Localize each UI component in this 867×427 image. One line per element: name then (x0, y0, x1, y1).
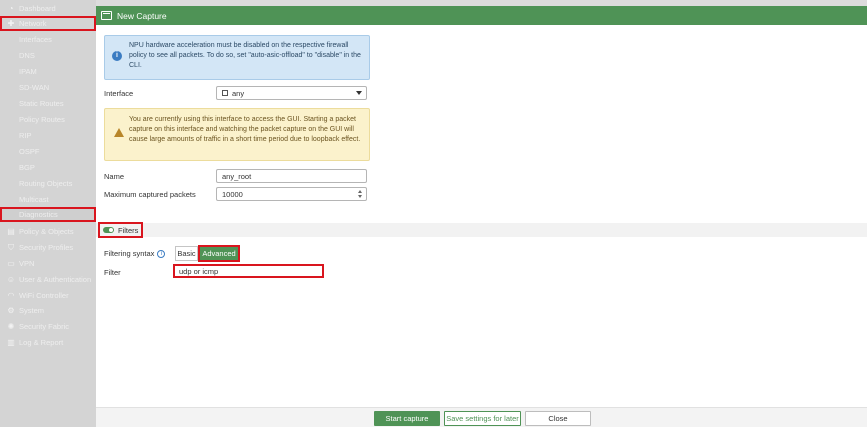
sidebar-item-label: WiFi Controller (19, 291, 69, 300)
new-capture-dialog: New Capture i NPU hardware acceleration … (96, 6, 867, 427)
name-input[interactable]: any_root (216, 169, 367, 183)
dialog-title: New Capture (117, 10, 167, 21)
sidebar-item-sd-wan[interactable]: SD-WAN (0, 80, 96, 95)
policy-icon: ▤ (7, 227, 15, 236)
max-packets-value: 10000 (222, 189, 243, 199)
fabric-icon: ✺ (7, 322, 15, 331)
sidebar-item-label: OSPF (19, 147, 40, 156)
close-button[interactable]: Close (525, 411, 591, 426)
sidebar-item-ipam[interactable]: IPAM (0, 64, 96, 79)
sidebar-item-log-report[interactable]: ▥ Log & Report (0, 335, 96, 350)
help-icon[interactable]: i (157, 249, 166, 258)
interface-value: any (232, 88, 245, 98)
vpn-icon: ▭ (7, 259, 15, 268)
info-text: NPU hardware acceleration must be disabl… (129, 42, 361, 69)
sidebar-item-multicast[interactable]: Multicast (0, 192, 96, 207)
capture-icon (101, 11, 112, 20)
dialog-header: New Capture (96, 6, 867, 25)
filters-label: Filters (118, 225, 139, 235)
sidebar-item-system[interactable]: ⚙ System (0, 303, 96, 318)
interface-label: Interface (104, 89, 134, 98)
sidebar-item-rip[interactable]: RIP (0, 128, 96, 143)
interface-select[interactable]: any (216, 86, 367, 100)
sidebar-item-network[interactable]: ✚ Network (0, 16, 96, 31)
sidebar-item-label: DNS (19, 51, 35, 60)
sidebar-item-wifi-controller[interactable]: ◠ WiFi Controller (0, 288, 96, 303)
filter-input[interactable]: udp or icmp (173, 264, 324, 278)
sidebar-item-label: Policy Routes (19, 115, 65, 124)
sidebar-item-label: Network (19, 19, 47, 28)
spinner-icon[interactable] (358, 190, 363, 198)
gear-icon: ⚙ (7, 306, 15, 315)
sidebar-item-label: Static Routes (19, 99, 64, 108)
max-packets-input[interactable]: 10000 (216, 187, 367, 201)
sidebar-item-label: Dashboard (19, 4, 56, 13)
network-icon: ✚ (7, 19, 15, 28)
sidebar: ◔ Dashboard ✚ Network Interfaces DNS IPA… (0, 0, 96, 427)
syntax-basic-button[interactable]: Basic (175, 246, 198, 261)
chart-icon: ▥ (7, 338, 15, 347)
sidebar-item-vpn[interactable]: ▭ VPN (0, 256, 96, 271)
sidebar-item-label: Routing Objects (19, 179, 73, 188)
filter-label: Filter (104, 268, 121, 277)
sidebar-item-label: IPAM (19, 67, 37, 76)
sidebar-item-label: RIP (19, 131, 32, 140)
sidebar-item-user-authentication[interactable]: ☺ User & Authentication (0, 272, 96, 287)
filtering-syntax-label: Filtering syntax i (104, 249, 166, 258)
warning-text: You are currently using this interface t… (129, 116, 361, 143)
filtering-syntax-text: Filtering syntax (104, 249, 155, 258)
sidebar-item-ospf[interactable]: OSPF (0, 144, 96, 159)
start-capture-button[interactable]: Start capture (374, 411, 440, 426)
shield-icon: ⛉ (8, 242, 14, 252)
sidebar-item-label: Interfaces (19, 35, 52, 44)
toggle-on-icon (103, 227, 114, 233)
info-icon: i (112, 51, 122, 61)
sidebar-item-label: System (19, 306, 45, 315)
warning-message: You are currently using this interface t… (104, 108, 370, 161)
sidebar-item-label: Diagnostics (19, 210, 58, 219)
caret-down-icon (356, 91, 362, 95)
sidebar-item-security-profiles[interactable]: ⛉ Security Profiles (0, 240, 96, 255)
syntax-advanced-button[interactable]: Advanced (198, 245, 240, 262)
dashboard-icon: ◔ (8, 4, 14, 13)
warning-icon (114, 128, 124, 137)
sidebar-item-label: BGP (19, 163, 35, 172)
sidebar-item-dns[interactable]: DNS (0, 48, 96, 63)
sidebar-item-static-routes[interactable]: Static Routes (0, 96, 96, 111)
sidebar-item-bgp[interactable]: BGP (0, 160, 96, 175)
filter-value: udp or icmp (179, 266, 219, 276)
sidebar-item-label: Multicast (19, 195, 49, 204)
info-message: i NPU hardware acceleration must be disa… (104, 35, 370, 80)
sidebar-item-label: Log & Report (19, 338, 64, 347)
name-label: Name (104, 172, 125, 181)
sidebar-item-security-fabric[interactable]: ✺ Security Fabric (0, 319, 96, 334)
sidebar-item-policy-objects[interactable]: ▤ Policy & Objects (0, 224, 96, 239)
sidebar-item-label: User & Authentication (19, 275, 92, 284)
checkbox-icon (222, 90, 228, 96)
sidebar-item-label: Policy & Objects (19, 227, 74, 236)
sidebar-item-label: Security Profiles (19, 243, 74, 252)
filters-section-bar (96, 223, 867, 237)
sidebar-item-label: Security Fabric (19, 322, 70, 331)
sidebar-item-dashboard[interactable]: ◔ Dashboard (0, 1, 96, 16)
sidebar-item-label: SD-WAN (19, 83, 50, 92)
sidebar-item-label: VPN (19, 259, 35, 268)
user-icon: ☺ (6, 275, 16, 284)
name-value: any_root (222, 171, 252, 181)
max-packets-label: Maximum captured packets (104, 190, 196, 199)
sidebar-item-policy-routes[interactable]: Policy Routes (0, 112, 96, 127)
sidebar-item-interfaces[interactable]: Interfaces (0, 32, 96, 47)
wifi-icon: ◠ (7, 291, 15, 300)
filters-toggle[interactable]: Filters (98, 222, 143, 238)
sidebar-item-routing-objects[interactable]: Routing Objects (0, 176, 96, 191)
sidebar-item-diagnostics[interactable]: Diagnostics (0, 207, 96, 222)
save-settings-button[interactable]: Save settings for later (444, 411, 521, 426)
